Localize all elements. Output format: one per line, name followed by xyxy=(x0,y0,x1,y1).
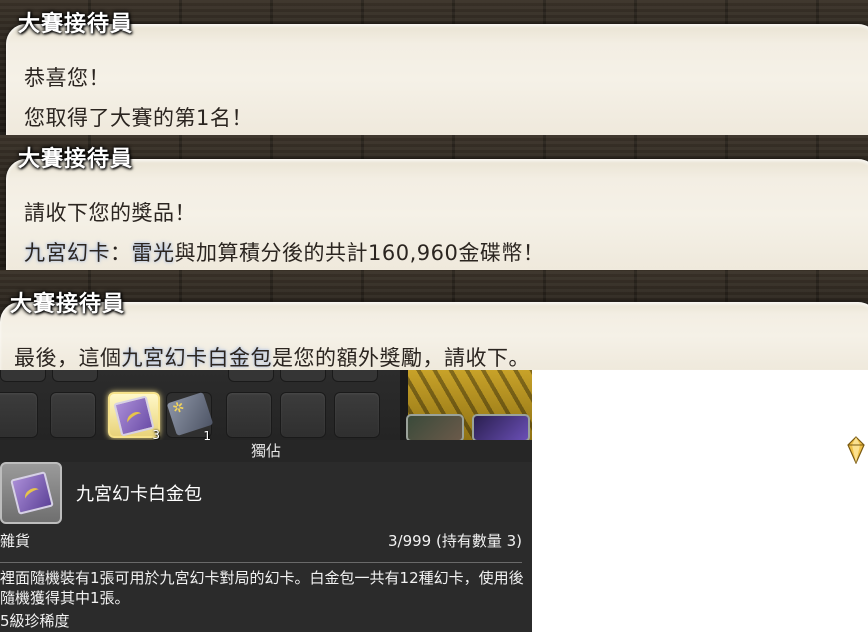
item-thumbnail xyxy=(472,414,530,440)
item-highlight: 九宮幻卡白金包 xyxy=(121,346,272,370)
item-highlight: 九宮幻卡 xyxy=(24,241,110,265)
inventory-slot[interactable] xyxy=(226,392,272,438)
item-icon xyxy=(0,462,62,524)
dialogue-text: 最後，這個 xyxy=(14,346,122,370)
speaker-name: 大賽接待員 xyxy=(18,12,134,37)
dialogue-line: 您取得了大賽的第1名！ xyxy=(24,106,253,130)
speaker-name: 大賽接待員 xyxy=(10,292,126,317)
item-highlight: 雷光 xyxy=(131,241,175,265)
dialogue-line: 九宮幻卡：雷光與加算積分後的共計160,960金碟幣！ xyxy=(24,237,544,267)
separator: ： xyxy=(110,241,132,265)
item-category: 雜貨 xyxy=(0,532,31,550)
crystal-icon[interactable] xyxy=(847,436,865,464)
inventory-slot[interactable]: 1 xyxy=(166,391,214,440)
triple-triad-card-icon xyxy=(113,395,155,437)
item-thumbnail xyxy=(406,414,464,440)
dialogue-bubble: 最後，這個九宮幻卡白金包是您的額外獎勵，請收下。 xyxy=(0,302,868,370)
dialogue-bubble: 請收下您的獎品！ 九宮幻卡：雷光與加算積分後的共計160,960金碟幣！ xyxy=(6,159,868,270)
dialogue-line: 最後，這個九宮幻卡白金包是您的額外獎勵，請收下。 xyxy=(14,342,530,370)
dialogue-box-2[interactable]: 大賽接待員 請收下您的獎品！ 九宮幻卡：雷光與加算積分後的共計160,960金碟… xyxy=(0,135,868,270)
speaker-name: 大賽接待員 xyxy=(18,147,134,172)
item-name: 九宮幻卡白金包 xyxy=(76,484,202,505)
item-tooltip: 獨佔 九宮幻卡白金包 雜貨 3/999 (持有數量 3) 裡面隨機裝有1張可用於… xyxy=(0,440,532,632)
unique-tag: 獨佔 xyxy=(0,440,532,462)
inventory-slot-selected[interactable]: 3 xyxy=(108,392,160,440)
inventory-slot[interactable] xyxy=(50,392,96,438)
divider xyxy=(0,562,522,563)
scenery-background xyxy=(400,370,532,440)
dialogue-line: 恭喜您！ xyxy=(24,66,110,90)
dialogue-bubble: 恭喜您！ 您取得了大賽的第1名！ xyxy=(6,24,868,135)
item-quantity: 3 xyxy=(152,428,160,440)
item-count: 3/999 (持有數量 3) xyxy=(387,532,522,550)
inventory-slot[interactable] xyxy=(280,370,326,382)
inventory-slot[interactable] xyxy=(52,370,98,382)
inventory-slot[interactable] xyxy=(228,370,274,382)
inventory-slot[interactable] xyxy=(332,370,378,382)
dialogue-text: 與加算積分後的共計160,960金碟幣！ xyxy=(174,241,545,265)
item-rarity: 5級珍稀度 xyxy=(0,612,70,630)
dialogue-text: 是您的額外獎勵，請收下。 xyxy=(272,346,530,370)
dialogue-line: 請收下您的獎品！ xyxy=(24,201,196,225)
inventory-slot[interactable] xyxy=(0,370,46,382)
dialogue-box-1[interactable]: 大賽接待員 恭喜您！ 您取得了大賽的第1名！ xyxy=(0,0,868,135)
item-description: 裡面隨機裝有1張可用於九宮幻卡對局的幻卡。白金包一共有12種幻卡，使用後隨機獲得… xyxy=(0,569,524,607)
triple-triad-card-icon xyxy=(10,471,54,515)
inventory-slot[interactable] xyxy=(280,392,326,438)
inventory-slot[interactable] xyxy=(334,392,380,438)
item-quantity: 1 xyxy=(203,429,211,440)
inventory-slot[interactable] xyxy=(0,392,38,438)
dialogue-box-3[interactable]: 大賽接待員 最後，這個九宮幻卡白金包是您的額外獎勵，請收下。 xyxy=(0,270,868,370)
